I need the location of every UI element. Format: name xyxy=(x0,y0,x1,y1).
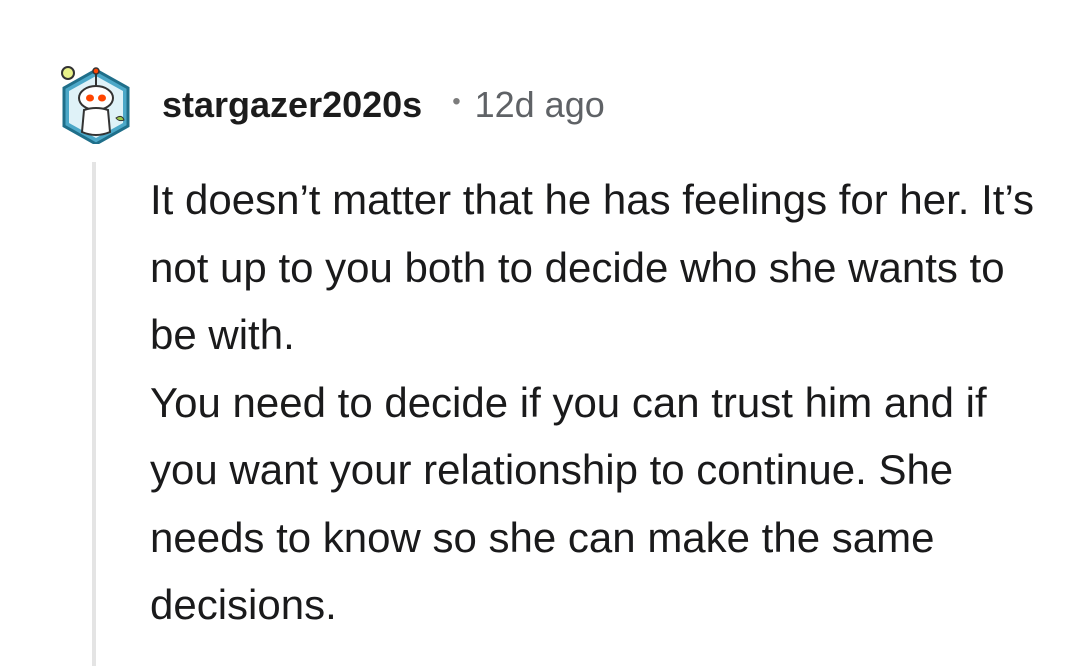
comment-body: It doesn’t matter that he has feelings f… xyxy=(150,166,1050,639)
meta-separator: • xyxy=(452,88,461,115)
thread-line[interactable] xyxy=(92,162,96,666)
comment: stargazer2020s • 12d ago It doesn’t matt… xyxy=(0,0,1080,666)
user-avatar-icon[interactable] xyxy=(56,58,136,144)
comment-timestamp: 12d ago xyxy=(474,84,605,125)
author-username[interactable]: stargazer2020s xyxy=(162,84,422,126)
comment-header: stargazer2020s • 12d ago xyxy=(162,80,605,130)
comment-paragraph: It doesn’t matter that he has feelings f… xyxy=(150,176,1035,358)
comment-paragraph: You need to decide if you can trust him … xyxy=(150,378,987,629)
